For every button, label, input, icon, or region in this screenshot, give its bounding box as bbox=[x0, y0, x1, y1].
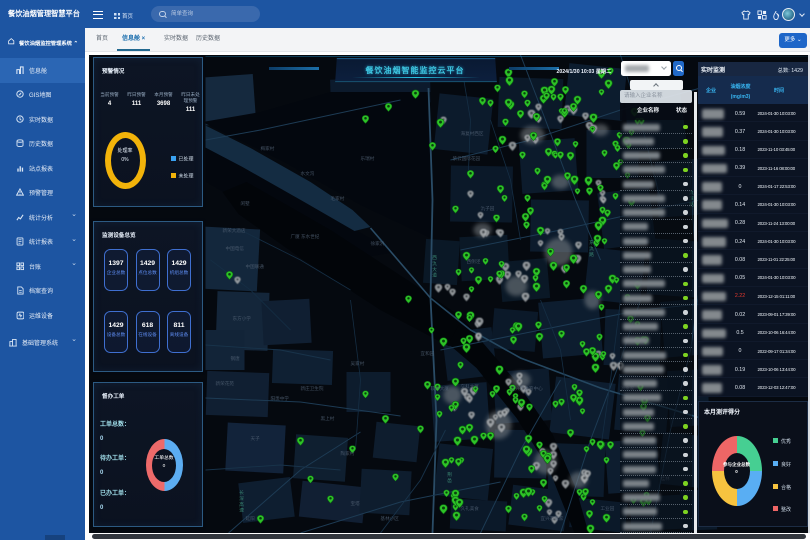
svg-text:天子: 天子 bbox=[250, 435, 260, 442]
svg-text:宜和园: 宜和园 bbox=[420, 350, 434, 357]
svg-text:宜兴市体育中心: 宜兴市体育中心 bbox=[510, 385, 543, 392]
svg-text:海复村西区: 海复村西区 bbox=[460, 130, 483, 137]
svg-text:宝塔: 宝塔 bbox=[350, 500, 360, 507]
svg-text:闲墅: 闲墅 bbox=[240, 200, 250, 207]
svg-text:新荣大酒店: 新荣大酒店 bbox=[222, 227, 245, 234]
svg-text:荆邑: 荆邑 bbox=[446, 471, 451, 483]
svg-text:乐瑞村: 乐瑞村 bbox=[360, 155, 374, 161]
svg-text:基林小区: 基林小区 bbox=[380, 515, 399, 522]
svg-text:西侧泾: 西侧泾 bbox=[466, 258, 480, 265]
svg-text:新荣花苑: 新荣花苑 bbox=[215, 380, 234, 387]
svg-text:广厦 东水世纪: 广厦 东水世纪 bbox=[290, 233, 319, 240]
svg-text:东方小学: 东方小学 bbox=[232, 315, 251, 322]
svg-text:软件大厦: 软件大厦 bbox=[430, 385, 449, 392]
svg-text:长深高速: 长深高速 bbox=[238, 489, 243, 513]
svg-text:中国联通: 中国联通 bbox=[245, 263, 264, 270]
svg-text:紫云国际花园: 紫云国际花园 bbox=[452, 155, 480, 162]
svg-text:毛家村: 毛家村 bbox=[330, 195, 344, 201]
svg-text:延阳: 延阳 bbox=[245, 515, 255, 522]
svg-text:陶家村: 陶家村 bbox=[340, 450, 354, 457]
svg-text:水文沟: 水文沟 bbox=[300, 170, 314, 177]
svg-text:吴家村: 吴家村 bbox=[350, 360, 364, 367]
svg-text:新庄卫生院: 新庄卫生院 bbox=[300, 385, 323, 392]
svg-text:西氿大道: 西氿大道 bbox=[431, 255, 436, 279]
svg-text:久礼美食: 久礼美食 bbox=[460, 505, 479, 512]
svg-text:黑上村: 黑上村 bbox=[320, 415, 334, 422]
svg-text:氿子园: 氿子园 bbox=[480, 205, 494, 212]
svg-text:中国电信: 中国电信 bbox=[225, 245, 244, 252]
svg-text:东氿路: 东氿路 bbox=[588, 239, 593, 258]
svg-text:徐家浜: 徐家浜 bbox=[370, 240, 384, 247]
svg-text:梅家村: 梅家村 bbox=[260, 145, 274, 152]
svg-text:宜兴市蒋家: 宜兴市蒋家 bbox=[540, 515, 563, 522]
svg-text:阳羡中学: 阳羡中学 bbox=[270, 395, 289, 402]
svg-text:工业园: 工业园 bbox=[600, 505, 614, 512]
svg-text:钢唐: 钢唐 bbox=[230, 355, 240, 362]
svg-text:交科大厦: 交科大厦 bbox=[460, 383, 479, 390]
